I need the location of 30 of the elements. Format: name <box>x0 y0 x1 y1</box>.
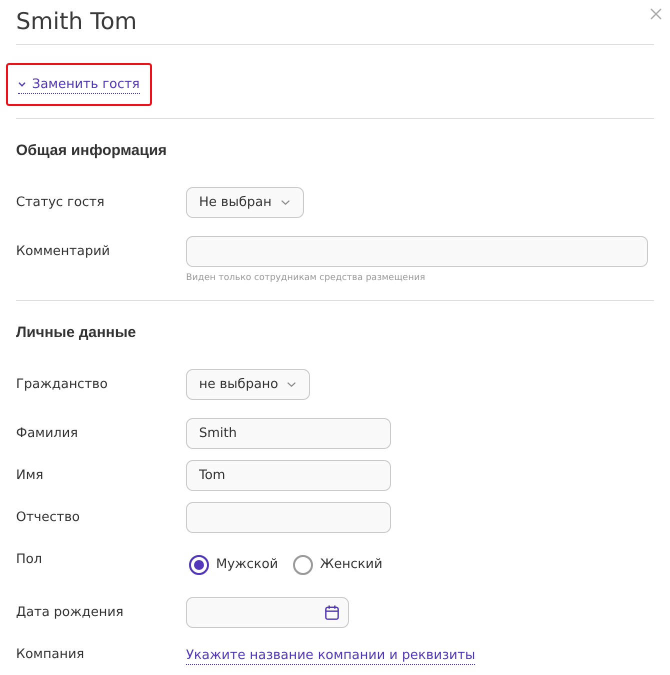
field-label: Пол <box>16 550 44 568</box>
chevron-down-icon <box>280 200 290 204</box>
field-label: Статус гостя <box>16 194 106 212</box>
radio-label[interactable]: Женский <box>320 556 382 573</box>
replace-guest-link[interactable]: Заменить гостя <box>18 76 140 94</box>
close-icon[interactable] <box>650 8 662 20</box>
field-label: Отчество <box>16 508 81 526</box>
radio-button[interactable] <box>293 554 314 574</box>
field-label: Комментарий <box>16 242 111 260</box>
comment-field[interactable] <box>186 236 648 266</box>
select-dropdown[interactable]: Не выбран <box>186 186 304 218</box>
field-label: Гражданство <box>16 376 109 394</box>
section-title: Личные данные <box>16 324 137 342</box>
text-field[interactable]: Tom <box>186 460 391 490</box>
section-title: Общая информация <box>16 142 168 160</box>
date-field[interactable] <box>186 596 349 628</box>
select-dropdown[interactable]: не выбрано <box>186 368 310 400</box>
calendar-icon <box>325 604 339 620</box>
chevron-down-icon <box>287 382 296 386</box>
field-label: Компания <box>16 646 86 664</box>
field-label: Имя <box>16 466 44 484</box>
text-field[interactable] <box>186 502 391 532</box>
radio-button[interactable] <box>189 554 209 574</box>
text-link[interactable]: Укажите название компании и реквизиты <box>186 648 476 664</box>
field-label: Дата рождения <box>16 604 124 622</box>
hint-text: Виден только сотрудникам средства размещения <box>186 272 426 284</box>
field-label: Фамилия <box>16 424 79 442</box>
radio-label[interactable]: Мужской <box>216 556 278 573</box>
text-field[interactable]: Smith <box>186 418 391 448</box>
dialog-title: Smith Tom <box>16 8 137 37</box>
